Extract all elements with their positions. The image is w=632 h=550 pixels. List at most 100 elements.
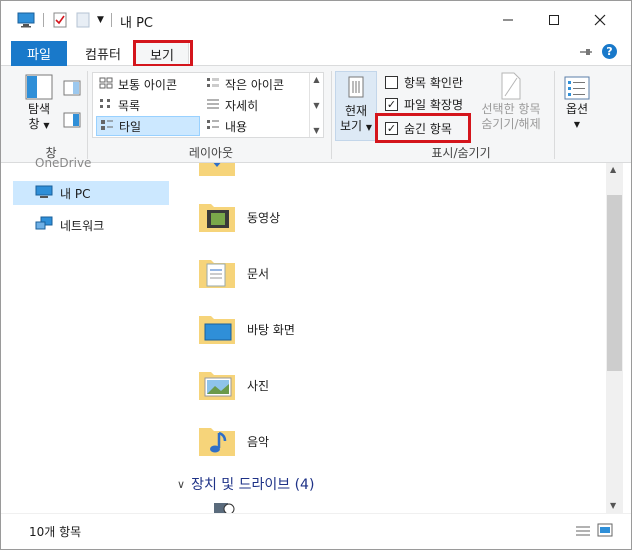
list-item[interactable]: 음악 [197,417,269,465]
scrollbar-thumb[interactable] [607,195,622,371]
large-icons-view-icon[interactable] [597,523,613,540]
content-view-icon [206,119,220,134]
nav-item-label: 내 PC [60,186,91,201]
window-title: 내 PC [120,16,154,31]
file-extensions-checkbox[interactable]: ✓ [385,97,398,111]
folder-name: 바탕 화면 [247,322,295,337]
nav-item-this-pc[interactable]: 내 PC [13,181,169,205]
devices-header-label: 장치 및 드라이브 (4) [191,477,315,493]
maximize-button[interactable] [531,1,577,39]
layout-group-label: 레이아웃 [188,146,234,160]
tab-file[interactable]: 파일 [11,41,67,66]
close-button[interactable] [577,1,623,39]
hide-selected-items-button[interactable]: 선택한 항목 숨기기/해제 [475,72,547,132]
layout-gallery-scroll[interactable]: ▲ ▼ ▼ [309,73,323,137]
nav-item-onedrive[interactable]: OneDrive [13,151,169,175]
hide-selected-label-line1: 선택한 항목 [481,102,541,116]
divider [331,71,332,159]
layout-item-label: 타일 [119,119,142,134]
item-checkboxes-checkbox[interactable] [385,75,398,89]
layout-tiles[interactable]: 타일 [96,116,200,136]
file-extensions-toggle[interactable]: ✓ 파일 확장명 [385,94,463,114]
network-icon [35,216,53,235]
new-folder-icon[interactable] [76,1,90,39]
navigation-pane-label-line2: 창 [28,117,40,131]
nav-item-label: OneDrive [35,156,92,170]
layout-small-icons[interactable]: 작은 아이콘 [203,74,307,94]
list-item[interactable] [197,163,237,185]
item-checkboxes-toggle[interactable]: 항목 확인란 [385,72,463,92]
folder-name: 음악 [247,434,270,449]
list-item[interactable]: 바탕 화면 [197,305,295,353]
small-icons-icon [206,77,220,92]
chevron-down-icon[interactable]: ∨ [177,478,185,491]
chevron-down-icon: ▼ [43,121,50,130]
divider [554,71,555,159]
details-pane-icon[interactable] [63,112,81,131]
details-view-icon [206,98,220,113]
navigation-pane-button[interactable]: 탐색 창 ▼ [19,74,59,133]
view-tab-highlight-box [133,40,193,67]
layout-item-label: 자세히 [225,98,259,113]
item-checkboxes-label: 항목 확인란 [404,75,464,90]
chevron-down-icon: ▼ [365,123,373,132]
desktop-folder-icon [197,308,237,351]
minimize-button[interactable] [485,1,531,39]
hide-selected-label-line2: 숨기기/해제 [481,117,541,131]
list-view-icon [99,98,113,113]
devices-group-header[interactable]: ∨ 장치 및 드라이브 (4) [177,474,314,494]
help-icon[interactable]: ? [602,44,617,59]
layout-item-label: 목록 [118,98,141,113]
chevron-down-icon[interactable]: ▼ [313,101,319,110]
current-view-icon [346,76,366,98]
this-pc-icon [35,185,53,202]
chevron-up-icon[interactable]: ▲ [313,75,319,84]
nav-item-network[interactable]: 네트워크 [13,213,169,237]
file-explorer-window: ▼ 내 PC 파일 컴퓨터 보기 ? 탐색 창 ▼ 창 보통 아이콘 작은 아이… [0,0,632,550]
options-icon [564,76,590,100]
nav-item-label: 네트워크 [60,218,105,233]
properties-icon[interactable] [52,1,68,39]
tab-computer[interactable]: 컴퓨터 [73,41,133,66]
pictures-folder-icon [197,364,237,407]
expand-gallery-icon[interactable]: ▼ [313,126,319,135]
navigation-pane-icon [25,74,53,100]
videos-folder-icon [197,196,237,239]
details-view-icon[interactable] [575,524,591,541]
layout-details[interactable]: 자세히 [203,95,307,115]
navigation-pane: OneDrive 내 PC 네트워크 [1,156,173,513]
folder-name: 동영상 [247,210,281,225]
list-item[interactable]: 문서 [197,249,269,297]
list-item[interactable]: 동영상 [197,193,280,241]
documents-folder-icon [197,252,237,295]
current-view-label-line1: 현재 [344,104,368,118]
medium-icons-icon [99,77,113,92]
hidden-items-highlight-box [375,113,471,143]
layout-list[interactable]: 목록 [96,95,200,115]
current-view-button[interactable]: 현재 보기 ▼ [335,71,377,141]
item-count: 10개 항목 [29,525,82,539]
options-button[interactable]: 옵션 ▼ [559,76,595,132]
chevron-down-icon[interactable]: ▼ [610,501,616,510]
folder-name: 문서 [247,266,270,281]
content-pane: 동영상 문서 바탕 화면 사진 음악 ∨ 장치 및 드라이브 (4) [173,163,606,513]
tiles-view-icon [100,119,114,134]
title-bar: ▼ 내 PC [1,1,631,39]
show-hide-group-label: 표시/숨기기 [431,146,491,160]
layout-medium-icons[interactable]: 보통 아이콘 [96,74,200,94]
layout-item-label: 내용 [225,119,248,134]
options-label: 옵션 [565,102,589,116]
layout-item-label: 작은 아이콘 [225,77,285,92]
pin-ribbon-icon[interactable] [579,45,593,62]
divider [87,71,88,159]
ribbon-view: 탐색 창 ▼ 창 보통 아이콘 작은 아이콘 목록 자세히 타일 내용 ▲ ▼ … [1,66,631,163]
customize-toolbar-chevron-down-icon[interactable]: ▼ [97,1,104,39]
layout-content[interactable]: 내용 [203,116,307,136]
drive-icon [213,499,235,513]
file-extensions-label: 파일 확장명 [404,97,464,112]
chevron-up-icon[interactable]: ▲ [610,165,616,174]
current-view-label-line2: 보기 [339,119,363,133]
preview-pane-icon[interactable] [63,80,81,99]
list-item[interactable]: 사진 [197,361,269,409]
content-scrollbar[interactable]: ▲ ▼ [606,163,623,513]
